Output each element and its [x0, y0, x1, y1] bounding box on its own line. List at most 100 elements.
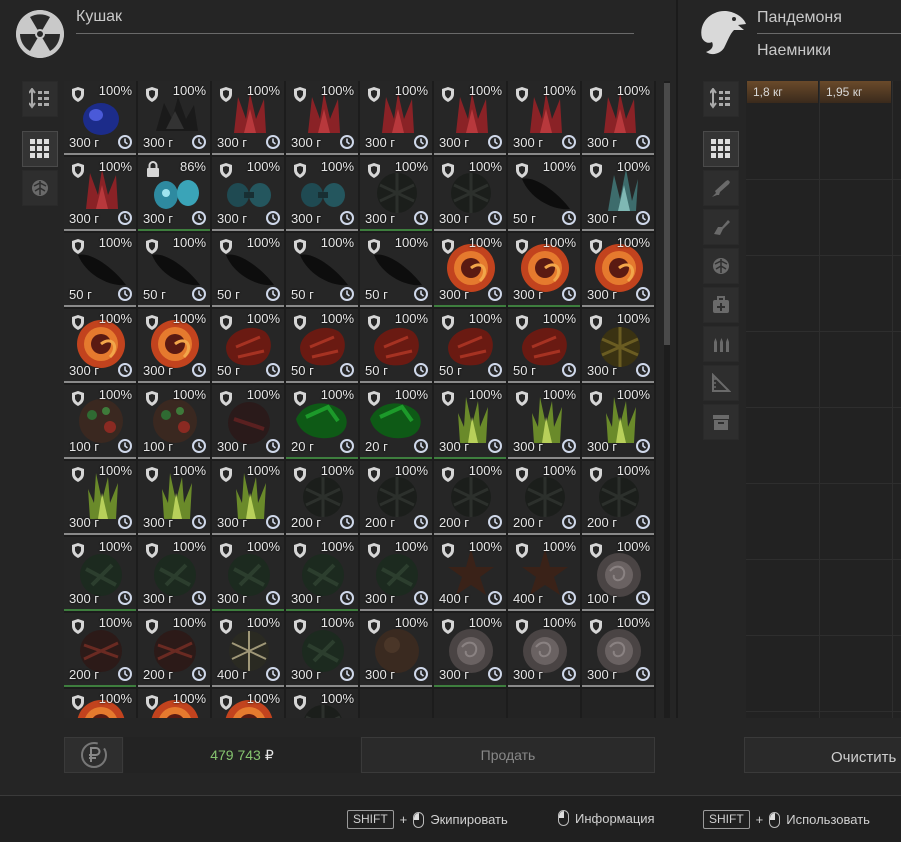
inventory-item[interactable]: 100% 400 г — [434, 537, 506, 611]
item-condition: 100% — [98, 311, 132, 326]
inventory-item[interactable]: 100% 50 г — [286, 233, 358, 307]
inventory-item[interactable]: 100% 20 г — [286, 385, 358, 459]
shield-icon — [293, 87, 307, 102]
inventory-item[interactable]: 100% — [138, 689, 210, 718]
inventory-item[interactable]: 100% 50 г — [508, 157, 580, 231]
inventory-item[interactable]: 100% 50 г — [64, 233, 136, 307]
inventory-item[interactable]: 100% 300 г — [582, 613, 654, 687]
inventory-item[interactable]: 100% 300 г — [360, 81, 432, 155]
inventory-item[interactable]: 100% 20 г — [360, 385, 432, 459]
inventory-item[interactable]: 100% 300 г — [434, 81, 506, 155]
inventory-item[interactable]: 100% 300 г — [582, 309, 654, 383]
inventory-item[interactable]: 100% 50 г — [212, 233, 284, 307]
inventory-item[interactable]: 100% — [212, 689, 284, 718]
trader-filter-artifacts-button[interactable] — [703, 248, 739, 284]
inventory-item[interactable]: 100% 300 г — [508, 385, 580, 459]
inventory-item[interactable]: 100% 300 г — [212, 537, 284, 611]
trader-filter-rifles-button[interactable] — [703, 170, 739, 206]
inventory-item[interactable]: 100% 100 г — [582, 537, 654, 611]
inventory-item[interactable]: 100% 200 г — [434, 461, 506, 535]
inventory-item[interactable]: 100% — [286, 689, 358, 718]
inventory-item[interactable]: 100% 300 г — [582, 157, 654, 231]
item-condition: 100% — [542, 83, 576, 98]
inventory-item[interactable]: 100% 300 г — [64, 537, 136, 611]
inventory-item[interactable]: 100% — [64, 689, 136, 718]
inventory-item[interactable]: 100% 300 г — [360, 157, 432, 231]
item-weight: 300 г — [217, 515, 248, 530]
inventory-item[interactable]: 86% 300 г — [138, 157, 210, 231]
inventory-item[interactable]: 100% 200 г — [286, 461, 358, 535]
inventory-item[interactable]: 100% 300 г — [434, 385, 506, 459]
inventory-item[interactable]: 100% 300 г — [434, 613, 506, 687]
inventory-item[interactable]: 100% 300 г — [212, 461, 284, 535]
inventory-item[interactable]: 100% 100 г — [138, 385, 210, 459]
medkit-icon — [713, 296, 729, 313]
inventory-item[interactable]: 100% 300 г — [138, 461, 210, 535]
trader-filter-misc-button[interactable] — [703, 404, 739, 440]
shield-icon — [219, 87, 233, 102]
shield-icon — [219, 695, 233, 710]
inventory-item[interactable]: 100% 200 г — [64, 613, 136, 687]
trader-filter-medicine-button[interactable] — [703, 287, 739, 323]
item-condition: 100% — [616, 463, 650, 478]
inventory-item[interactable]: 100% 400 г — [212, 613, 284, 687]
inventory-item[interactable]: 100% 100 г — [64, 385, 136, 459]
filter-all-button[interactable] — [22, 131, 58, 167]
inventory-item[interactable]: 100% 300 г — [286, 537, 358, 611]
clock-icon — [488, 515, 502, 529]
inventory-item[interactable]: 100% 300 г — [212, 385, 284, 459]
inventory-item[interactable]: 100% 300 г — [582, 81, 654, 155]
trader-filter-pistols-button[interactable] — [703, 209, 739, 245]
inventory-item[interactable]: 100% 50 г — [286, 309, 358, 383]
inventory-item[interactable]: 100% 300 г — [434, 233, 506, 307]
inventory-item[interactable]: 100% 50 г — [212, 309, 284, 383]
item-condition: 100% — [320, 159, 354, 174]
inventory-item[interactable]: 100% 300 г — [508, 233, 580, 307]
inventory-item[interactable]: 100% 300 г — [64, 157, 136, 231]
inventory-item[interactable]: 100% 50 г — [508, 309, 580, 383]
inventory-item[interactable]: 100% 300 г — [138, 309, 210, 383]
inventory-item[interactable]: 100% 200 г — [508, 461, 580, 535]
inventory-item[interactable]: 100% 300 г — [508, 81, 580, 155]
inventory-item[interactable]: 100% 300 г — [286, 81, 358, 155]
inventory-item[interactable]: 100% 300 г — [212, 81, 284, 155]
inventory-item[interactable]: 100% 300 г — [434, 157, 506, 231]
inventory-item[interactable]: 100% 300 г — [138, 81, 210, 155]
inventory-scroll-thumb[interactable] — [664, 83, 670, 345]
sort-button[interactable] — [22, 81, 58, 117]
inventory-item[interactable]: 100% 300 г — [508, 613, 580, 687]
filter-artifacts-button[interactable] — [22, 170, 58, 206]
inventory-item[interactable]: 100% 300 г — [64, 81, 136, 155]
sell-button[interactable]: Продать — [361, 737, 655, 773]
inventory-item[interactable]: 100% 50 г — [360, 309, 432, 383]
inventory-item[interactable]: 100% 200 г — [360, 461, 432, 535]
trader-sort-button[interactable] — [703, 81, 739, 117]
clear-button[interactable]: Очистить — [744, 737, 901, 773]
inventory-item[interactable]: 100% 300 г — [64, 461, 136, 535]
inventory-item[interactable]: 100% 50 г — [360, 233, 432, 307]
trader-filter-all-button[interactable] — [703, 131, 739, 167]
shift-key: SHIFT — [703, 810, 750, 829]
inventory-item[interactable]: 100% 300 г — [286, 613, 358, 687]
inventory-item[interactable]: 100% 400 г — [508, 537, 580, 611]
trader-filter-ammo-button[interactable] — [703, 326, 739, 362]
clock-icon — [636, 211, 650, 225]
inventory-item[interactable]: 100% 300 г — [212, 157, 284, 231]
inventory-item[interactable]: 100% 200 г — [582, 461, 654, 535]
inventory-item[interactable]: 100% 50 г — [434, 309, 506, 383]
inventory-item[interactable]: 100% 300 г — [360, 537, 432, 611]
inventory-item[interactable]: 100% 50 г — [138, 233, 210, 307]
shield-icon — [71, 315, 85, 330]
inventory-item[interactable]: 100% 300 г — [582, 385, 654, 459]
trader-item[interactable]: 1,8 кг — [747, 81, 818, 103]
inventory-item[interactable]: 100% 200 г — [138, 613, 210, 687]
item-condition: 100% — [98, 539, 132, 554]
inventory-item[interactable]: 100% 300 г — [360, 613, 432, 687]
inventory-item[interactable]: 100% 300 г — [64, 309, 136, 383]
currency-toggle-button[interactable] — [64, 737, 123, 773]
inventory-item[interactable]: 100% 300 г — [138, 537, 210, 611]
inventory-item[interactable]: 100% 300 г — [582, 233, 654, 307]
trader-filter-attachments-button[interactable] — [703, 365, 739, 401]
trader-item[interactable]: 1,95 кг — [820, 81, 891, 103]
inventory-item[interactable]: 100% 300 г — [286, 157, 358, 231]
